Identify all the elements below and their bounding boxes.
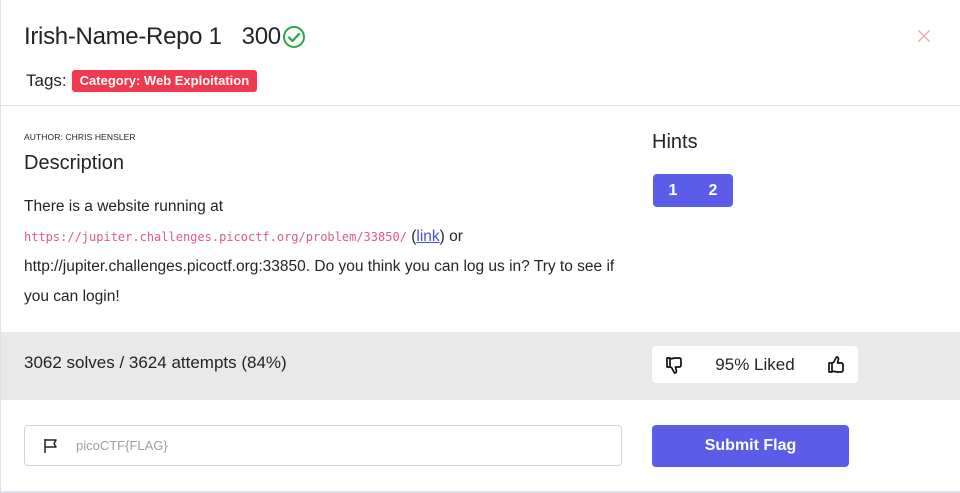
submit-flag-button[interactable]: Submit Flag: [652, 425, 849, 467]
title-row: Irish-Name-Repo 1 300: [24, 22, 306, 52]
challenge-title: Irish-Name-Repo 1: [24, 23, 222, 50]
hint-button-2[interactable]: 2: [693, 174, 733, 207]
link-close: ) or: [439, 228, 463, 245]
likes-widget: 95% Liked: [652, 346, 858, 383]
category-tag[interactable]: Category: Web Exploitation: [71, 70, 258, 92]
link-open: (: [406, 228, 417, 245]
description-line1: There is a website running at: [24, 198, 224, 215]
thumbs-up-icon[interactable]: [826, 355, 846, 375]
check-circle-icon: [282, 25, 306, 49]
challenge-url-code: https://jupiter.challenges.picoctf.org/p…: [24, 230, 407, 244]
tags-row: Tags: Category: Web Exploitation: [26, 70, 258, 92]
tags-label: Tags:: [26, 71, 67, 90]
thumbs-down-icon[interactable]: [664, 355, 684, 375]
stats-bar: 3062 solves / 3624 attempts (84%) 95% Li…: [1, 332, 960, 400]
close-icon[interactable]: [915, 27, 933, 45]
challenge-points: 300: [241, 23, 281, 50]
author-line: AUTHOR: CHRIS HENSLER: [24, 132, 136, 142]
solves-count: 3062 solves / 3624 attempts (84%): [24, 353, 287, 372]
flag-icon: [42, 437, 60, 455]
hints-heading: Hints: [652, 131, 698, 153]
hint-button-1[interactable]: 1: [653, 174, 693, 207]
liked-percentage: 95% Liked: [715, 354, 795, 374]
description-text: There is a website running at https://ju…: [24, 192, 634, 312]
description-rest: http://jupiter.challenges.picoctf.org:33…: [24, 258, 615, 305]
challenge-modal: Irish-Name-Repo 1 300 Tags: Category: We…: [0, 0, 960, 493]
description-heading: Description: [24, 152, 125, 174]
flag-input-group: [24, 425, 622, 466]
hints-button-group: 1 2: [653, 174, 733, 207]
challenge-link[interactable]: link: [416, 228, 439, 245]
modal-header: Irish-Name-Repo 1 300 Tags: Category: We…: [1, 0, 960, 106]
flag-input[interactable]: [76, 438, 596, 453]
